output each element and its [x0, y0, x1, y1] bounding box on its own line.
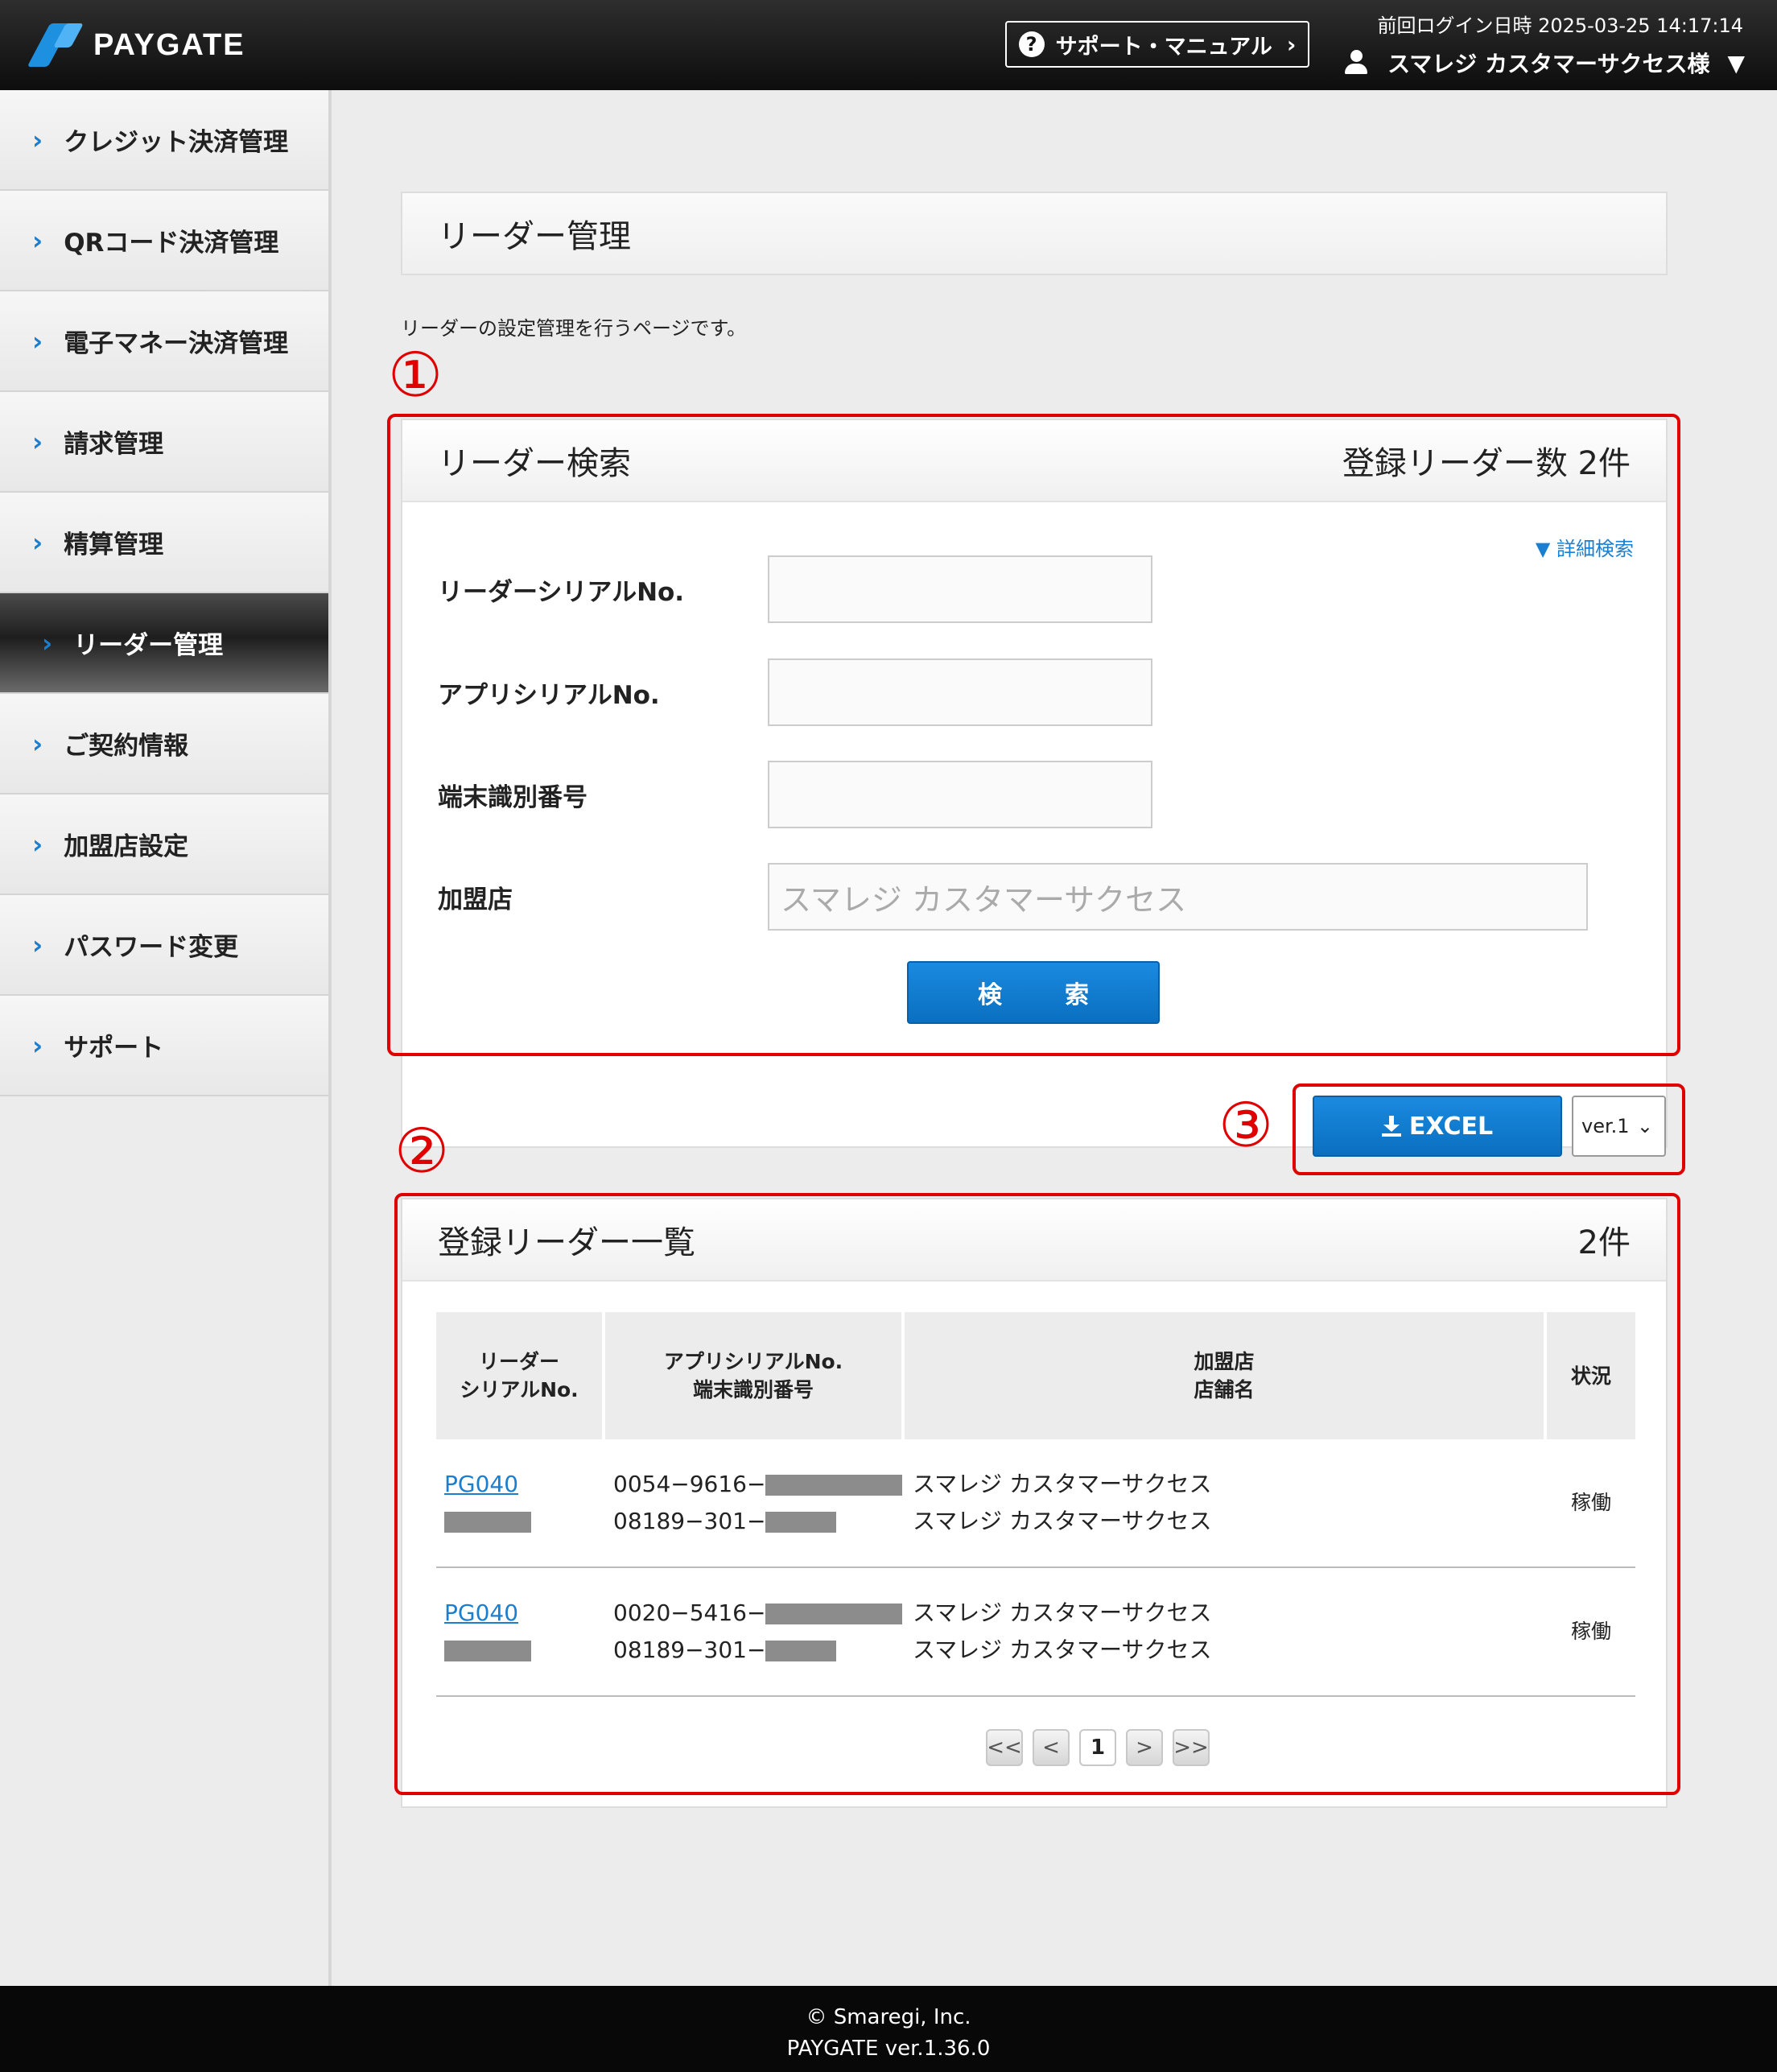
- copyright-text: © Smaregi, Inc.: [806, 2005, 971, 2029]
- sidebar-item-emoney[interactable]: › 電子マネー決済管理: [0, 291, 328, 392]
- chevron-right-icon: ›: [32, 426, 43, 457]
- sidebar-item-label: クレジット決済管理: [64, 128, 289, 157]
- chevron-right-icon: ›: [32, 225, 43, 256]
- sidebar-item-merchant[interactable]: › 加盟店設定: [0, 795, 328, 895]
- sidebar-item-label: パスワード変更: [64, 933, 239, 962]
- support-label: サポート・マニュアル: [1055, 34, 1272, 60]
- chevron-right-icon: ›: [32, 325, 43, 357]
- support-manual-button[interactable]: ? サポート・マニュアル ›: [1005, 21, 1309, 68]
- chevron-right-icon: ›: [1286, 31, 1297, 58]
- main-content: リーダー管理 リーダーの設定管理を行うページです。 ① リーダー検索 登録リーダ…: [335, 90, 1777, 1986]
- excel-export-button[interactable]: EXCEL: [1313, 1096, 1562, 1157]
- user-menu[interactable]: スマレジ カスタマーサクセス様 ▼: [1344, 47, 1745, 79]
- caret-down-icon: ▼: [1727, 49, 1745, 76]
- chevron-right-icon: ›: [32, 929, 43, 960]
- sidebar: › クレジット決済管理 › QRコード決済管理 › 電子マネー決済管理 › 請求管理 ›…: [0, 90, 332, 1986]
- version-select[interactable]: ver.1 ⌄: [1572, 1096, 1666, 1157]
- annotation-1: ①: [388, 339, 443, 411]
- annotation-box-1: [387, 414, 1680, 1056]
- chevron-right-icon: ›: [32, 526, 43, 558]
- paygate-logo-icon: [27, 22, 84, 68]
- sidebar-item-label: 電子マネー決済管理: [64, 329, 289, 358]
- chevron-right-icon: ›: [32, 728, 43, 759]
- paygate-logo[interactable]: PAYGATE: [27, 21, 245, 69]
- logo-text: PAYGATE: [93, 27, 245, 62]
- page-title: リーダー管理: [401, 192, 1668, 275]
- sidebar-item-label: 加盟店設定: [64, 832, 189, 861]
- sidebar-item-billing[interactable]: › 請求管理: [0, 392, 328, 493]
- sidebar-item-label: リーダー管理: [73, 631, 224, 660]
- sidebar-item-label: QRコード決済管理: [64, 229, 279, 258]
- annotation-box-2: [394, 1193, 1680, 1795]
- sidebar-item-label: ご契約情報: [64, 732, 189, 761]
- top-header: PAYGATE ? サポート・マニュアル › 前回ログイン日時 2025-03-…: [0, 0, 1777, 90]
- footer: © Smaregi, Inc. PAYGATE ver.1.36.0: [0, 1986, 1777, 2072]
- sidebar-item-reader[interactable]: › リーダー管理: [0, 593, 328, 694]
- sidebar-item-qr[interactable]: › QRコード決済管理: [0, 191, 328, 291]
- excel-label: EXCEL: [1408, 1112, 1494, 1141]
- sidebar-item-password[interactable]: › パスワード変更: [0, 895, 328, 996]
- sidebar-item-label: 精算管理: [64, 530, 164, 559]
- annotation-3: ③: [1218, 1089, 1274, 1161]
- sidebar-item-credit[interactable]: › クレジット決済管理: [0, 90, 328, 191]
- page-title-text: リーダー管理: [438, 218, 631, 255]
- chevron-down-icon: ⌄: [1636, 1115, 1653, 1137]
- chevron-right-icon: ›: [32, 1030, 43, 1061]
- sidebar-item-contract[interactable]: › ご契約情報: [0, 694, 328, 795]
- annotation-2: ②: [394, 1115, 450, 1187]
- chevron-right-icon: ›: [42, 627, 53, 658]
- page-description: リーダーの設定管理を行うページです。: [401, 317, 747, 340]
- user-icon: [1344, 50, 1368, 76]
- user-name: スマレジ カスタマーサクセス様: [1387, 51, 1710, 77]
- chevron-right-icon: ›: [32, 828, 43, 860]
- sidebar-item-settlement[interactable]: › 精算管理: [0, 493, 328, 593]
- sidebar-item-label: サポート: [64, 1034, 164, 1063]
- help-icon: ?: [1018, 31, 1045, 57]
- download-icon: [1381, 1116, 1401, 1137]
- last-login-text: 前回ログイン日時 2025-03-25 14:17:14: [1377, 14, 1743, 37]
- sidebar-item-support[interactable]: › サポート: [0, 996, 328, 1096]
- version-text: PAYGATE ver.1.36.0: [786, 2037, 991, 2061]
- version-value: ver.1: [1581, 1115, 1630, 1137]
- chevron-right-icon: ›: [32, 124, 43, 155]
- sidebar-item-label: 請求管理: [64, 430, 164, 459]
